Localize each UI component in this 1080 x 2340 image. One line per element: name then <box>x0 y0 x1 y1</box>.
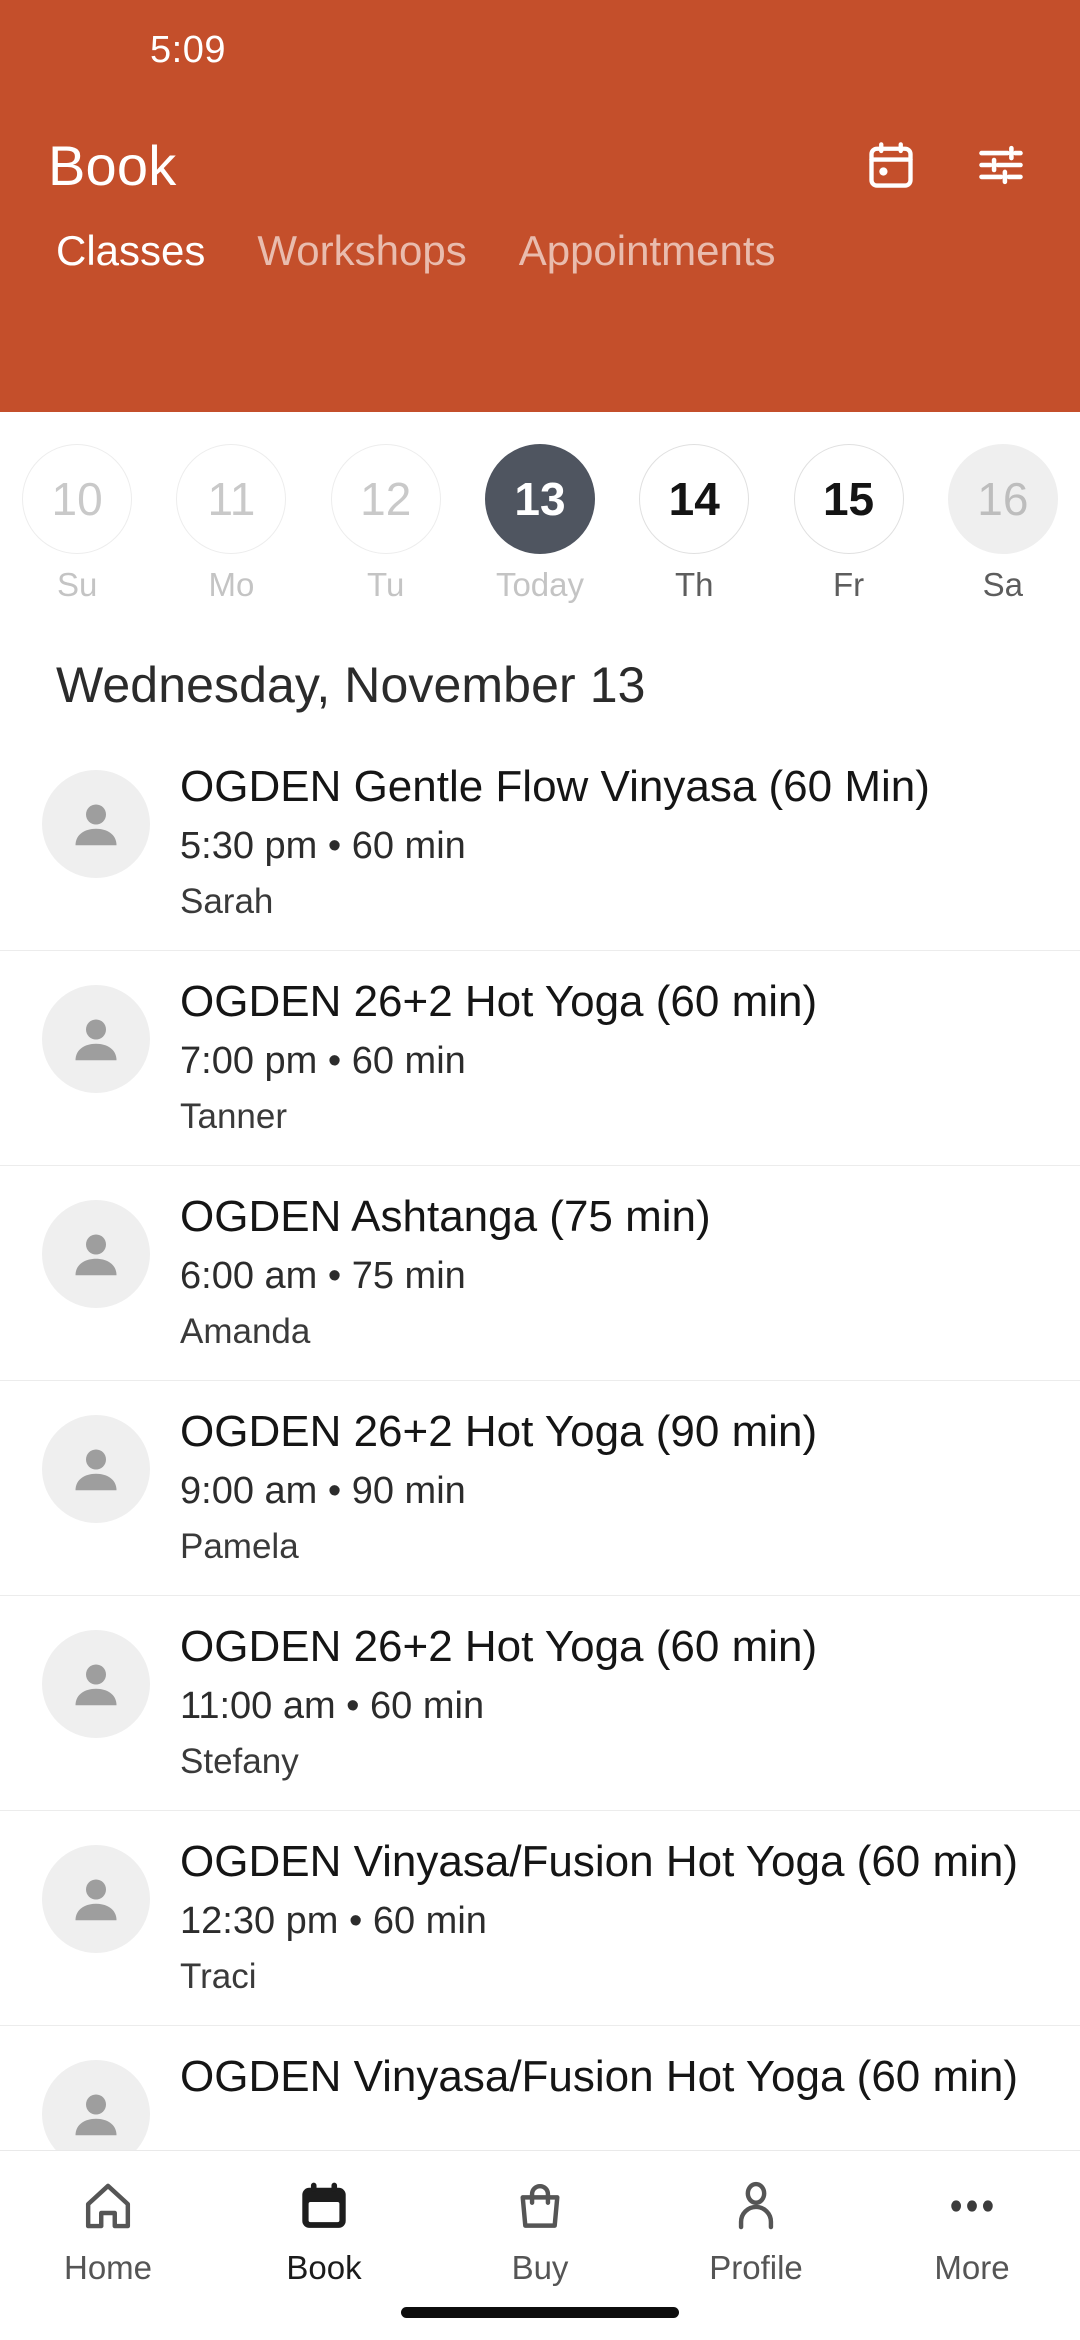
class-info: OGDEN 26+2 Hot Yoga (60 min) 11:00 am • … <box>150 1622 817 1782</box>
person-icon <box>728 2175 784 2237</box>
status-bar-clock: 5:09 <box>150 28 226 71</box>
tab-appointments[interactable]: Appointments <box>493 230 802 272</box>
status-bar: 5:09 <box>0 0 1080 100</box>
class-teacher: Tanner <box>180 1097 288 1137</box>
class-meta: 9:00 am • 90 min <box>180 1470 466 1513</box>
class-info: OGDEN Vinyasa/Fusion Hot Yoga (60 min) <box>150 2052 1018 2101</box>
class-list-item[interactable]: OGDEN 26+2 Hot Yoga (90 min) 9:00 am • 9… <box>0 1381 1080 1596</box>
class-meta: 11:00 am • 60 min <box>180 1685 485 1728</box>
shopping-bag-icon <box>512 2175 568 2237</box>
date-cell-11[interactable]: 11 Mo <box>154 444 308 604</box>
class-meta: 6:00 am • 75 min <box>180 1255 466 1298</box>
date-number: 10 <box>22 444 133 554</box>
class-teacher: Pamela <box>180 1527 299 1567</box>
date-cell-13-today[interactable]: 13 Today <box>463 444 617 604</box>
calendar-icon[interactable] <box>860 134 922 196</box>
date-strip: 10 Su 11 Mo 12 Tu 13 Today 14 Th 15 Fr 1… <box>0 412 1080 614</box>
app-bar-actions <box>860 134 1032 196</box>
date-cell-15[interactable]: 15 Fr <box>771 444 925 604</box>
date-cell-14[interactable]: 14 Th <box>617 444 771 604</box>
date-number: 14 <box>639 444 750 554</box>
date-weekday: Tu <box>367 566 405 603</box>
date-weekday: Today <box>495 566 585 603</box>
class-list[interactable]: OGDEN Gentle Flow Vinyasa (60 Min) 5:30 … <box>0 736 1080 2340</box>
date-weekday: Su <box>56 566 98 603</box>
class-title: OGDEN Ashtanga (75 min) <box>180 1192 711 1241</box>
home-icon <box>80 2175 136 2237</box>
date-cell-10[interactable]: 10 Su <box>0 444 154 604</box>
class-info: OGDEN Gentle Flow Vinyasa (60 Min) 5:30 … <box>150 762 930 922</box>
avatar <box>42 770 150 878</box>
page-title: Book <box>48 133 177 197</box>
date-weekday: Mo <box>208 566 255 603</box>
class-list-item[interactable]: OGDEN Gentle Flow Vinyasa (60 Min) 5:30 … <box>0 736 1080 951</box>
class-info: OGDEN 26+2 Hot Yoga (60 min) 7:00 pm • 6… <box>150 977 817 1137</box>
avatar <box>42 1415 150 1523</box>
class-teacher: Sarah <box>180 882 274 922</box>
date-weekday: Th <box>675 566 714 603</box>
class-title: OGDEN 26+2 Hot Yoga (60 min) <box>180 977 818 1026</box>
avatar <box>42 1200 150 1308</box>
date-number-selected: 13 <box>484 444 595 554</box>
class-title: OGDEN 26+2 Hot Yoga (90 min) <box>180 1407 818 1456</box>
date-cell-12[interactable]: 12 Tu <box>309 444 463 604</box>
class-teacher: Stefany <box>180 1742 299 1782</box>
class-list-item[interactable]: OGDEN Ashtanga (75 min) 6:00 am • 75 min… <box>0 1166 1080 1381</box>
date-number: 12 <box>330 444 441 554</box>
class-list-item[interactable]: OGDEN 26+2 Hot Yoga (60 min) 7:00 pm • 6… <box>0 951 1080 1166</box>
class-title: OGDEN Vinyasa/Fusion Hot Yoga (60 min) <box>180 2052 1019 2101</box>
nav-label: Buy <box>511 2249 569 2286</box>
class-info: OGDEN Ashtanga (75 min) 6:00 am • 75 min… <box>150 1192 711 1352</box>
class-meta: 7:00 pm • 60 min <box>180 1040 466 1083</box>
nav-item-buy[interactable]: Buy <box>432 2175 648 2287</box>
filter-icon[interactable] <box>970 134 1032 196</box>
date-number: 15 <box>793 444 904 554</box>
avatar <box>42 1845 150 1953</box>
app-bar: Book <box>0 100 1080 230</box>
tab-classes[interactable]: Classes <box>30 230 231 272</box>
home-indicator <box>401 2307 679 2318</box>
nav-label: Profile <box>709 2249 803 2286</box>
app-screen: 5:09 Book Classes Workshops Appointments… <box>0 0 1080 2340</box>
tab-bar: Classes Workshops Appointments <box>0 230 1080 350</box>
class-title: OGDEN Gentle Flow Vinyasa (60 Min) <box>180 762 930 811</box>
date-weekday: Sa <box>982 566 1024 603</box>
nav-label: More <box>934 2249 1010 2286</box>
class-meta: 5:30 pm • 60 min <box>180 825 466 868</box>
nav-item-home[interactable]: Home <box>0 2175 216 2287</box>
avatar <box>42 985 150 1093</box>
class-info: OGDEN Vinyasa/Fusion Hot Yoga (60 min) 1… <box>150 1837 1018 1997</box>
ellipsis-icon <box>944 2175 1000 2237</box>
nav-label: Home <box>63 2249 153 2286</box>
selected-date-heading: Wednesday, November 13 <box>56 657 646 713</box>
class-teacher: Traci <box>180 1957 257 1997</box>
class-title: OGDEN Vinyasa/Fusion Hot Yoga (60 min) <box>180 1837 1019 1886</box>
class-info: OGDEN 26+2 Hot Yoga (90 min) 9:00 am • 9… <box>150 1407 817 1567</box>
class-list-item[interactable]: OGDEN Vinyasa/Fusion Hot Yoga (60 min) 1… <box>0 1811 1080 2026</box>
nav-label: Book <box>286 2249 362 2286</box>
class-list-item[interactable]: OGDEN 26+2 Hot Yoga (60 min) 11:00 am • … <box>0 1596 1080 1811</box>
nav-item-book[interactable]: Book <box>216 2175 432 2287</box>
nav-item-more[interactable]: More <box>864 2175 1080 2287</box>
class-title: OGDEN 26+2 Hot Yoga (60 min) <box>180 1622 818 1671</box>
nav-item-profile[interactable]: Profile <box>648 2175 864 2287</box>
tab-workshops[interactable]: Workshops <box>231 230 492 272</box>
class-teacher: Amanda <box>180 1312 311 1352</box>
date-cell-16[interactable]: 16 Sa <box>926 444 1080 604</box>
date-weekday: Fr <box>832 566 865 603</box>
date-number: 16 <box>947 444 1058 554</box>
calendar-icon <box>296 2175 352 2237</box>
avatar <box>42 1630 150 1738</box>
app-header: 5:09 Book Classes Workshops Appointments <box>0 0 1080 412</box>
class-meta: 12:30 pm • 60 min <box>180 1900 487 1943</box>
date-number: 11 <box>176 444 287 554</box>
